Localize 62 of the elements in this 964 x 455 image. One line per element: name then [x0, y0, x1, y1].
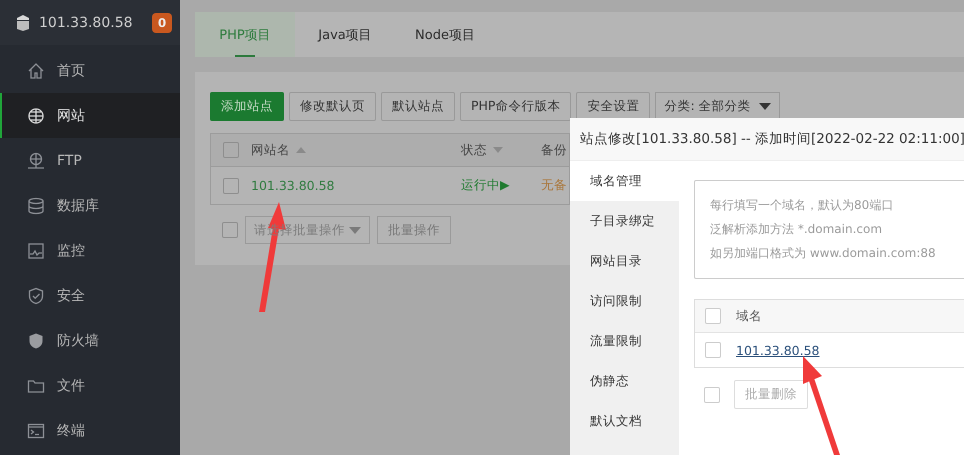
chart-icon: [27, 242, 45, 260]
sidebar-item[interactable]: 文件: [0, 363, 180, 408]
sidebar-item-label: 防火墙: [57, 332, 99, 350]
sidebar-item-label: 监控: [57, 242, 85, 260]
checkbox[interactable]: [222, 222, 238, 238]
sidebar-item[interactable]: 终端: [0, 408, 180, 453]
dialog-nav-item[interactable]: 流量限制: [570, 321, 679, 361]
dialog-nav-item[interactable]: 网站目录: [570, 241, 679, 281]
toolbar-button[interactable]: 安全设置: [576, 92, 650, 121]
checkbox[interactable]: [705, 342, 721, 358]
domain-input[interactable]: 每行填写一个域名，默认为80端口 泛解析添加方法 *.domain.com 如另加端口格式为 www.domain.com:88: [694, 180, 964, 279]
sidebar-item-label: 首页: [57, 62, 85, 80]
sidebar-item-label: 终端: [57, 422, 85, 440]
dialog-nav-item[interactable]: 访问限制: [570, 281, 679, 321]
tab[interactable]: Node项目: [395, 12, 495, 57]
toolbar-button[interactable]: 默认站点: [381, 92, 455, 121]
checkbox[interactable]: [705, 308, 721, 324]
column-header: 域名: [735, 308, 763, 324]
domain-link[interactable]: 101.33.80.58: [736, 342, 820, 358]
sort-up-icon: [296, 147, 306, 153]
tab[interactable]: Java项目: [295, 12, 395, 57]
checkbox[interactable]: [223, 178, 239, 194]
toolbar-button[interactable]: 添加站点: [210, 92, 284, 121]
dialog-nav-item[interactable]: 默认文档: [570, 401, 679, 441]
checkbox[interactable]: [223, 142, 239, 158]
caret-icon: [758, 103, 771, 110]
sort-down-icon: [493, 147, 503, 153]
host-address: 101.33.80.58: [39, 14, 134, 30]
dialog-title: 站点修改[101.33.80.58] -- 添加时间[2022-02-22 02:11:00]: [570, 118, 964, 161]
toolbar-button[interactable]: PHP命令行版本: [460, 92, 572, 121]
globe-icon: [27, 152, 45, 170]
column-header-label: 网站名: [251, 142, 290, 158]
dialog-nav-item[interactable]: 域名管理: [570, 161, 679, 201]
column-header[interactable]: 网站名: [251, 142, 461, 158]
dialog-nav-item[interactable]: 子目录绑定: [570, 201, 679, 241]
home-icon: [27, 62, 45, 80]
terminal-icon: [27, 422, 45, 440]
sidebar-item[interactable]: 网站: [0, 93, 180, 138]
dialog-nav-item[interactable]: 伪静态: [570, 361, 679, 401]
sidebar-item-label: 安全: [57, 286, 85, 304]
sidebar-item-label: 网站: [57, 106, 85, 124]
column-header[interactable]: 状态: [461, 142, 541, 158]
sidebar-item[interactable]: 安全: [0, 273, 180, 318]
category-label: 分类: 全部分类: [664, 98, 751, 115]
shield-icon: [27, 286, 45, 304]
globe-icon: [27, 106, 45, 124]
toolbar-button[interactable]: 修改默认页: [289, 92, 376, 121]
sidebar-item-label: 文件: [57, 376, 85, 394]
sidebar-item[interactable]: 防火墙: [0, 318, 180, 363]
sidebar-item-label: FTP: [57, 152, 82, 168]
sidebar-item[interactable]: 数据库: [0, 183, 180, 228]
caret-icon: [349, 226, 361, 234]
server-icon: [15, 14, 31, 32]
sidebar-item[interactable]: 首页: [0, 48, 180, 93]
sidebar-item-label: 数据库: [57, 196, 99, 214]
column-header-label: 状态: [461, 142, 487, 158]
shield-icon: [27, 332, 45, 350]
sidebar-item[interactable]: 监控: [0, 228, 180, 273]
database-icon: [27, 196, 45, 214]
notification-badge[interactable]: 0: [152, 12, 172, 32]
sidebar-item[interactable]: FTP: [0, 138, 180, 183]
checkbox[interactable]: [704, 386, 720, 402]
